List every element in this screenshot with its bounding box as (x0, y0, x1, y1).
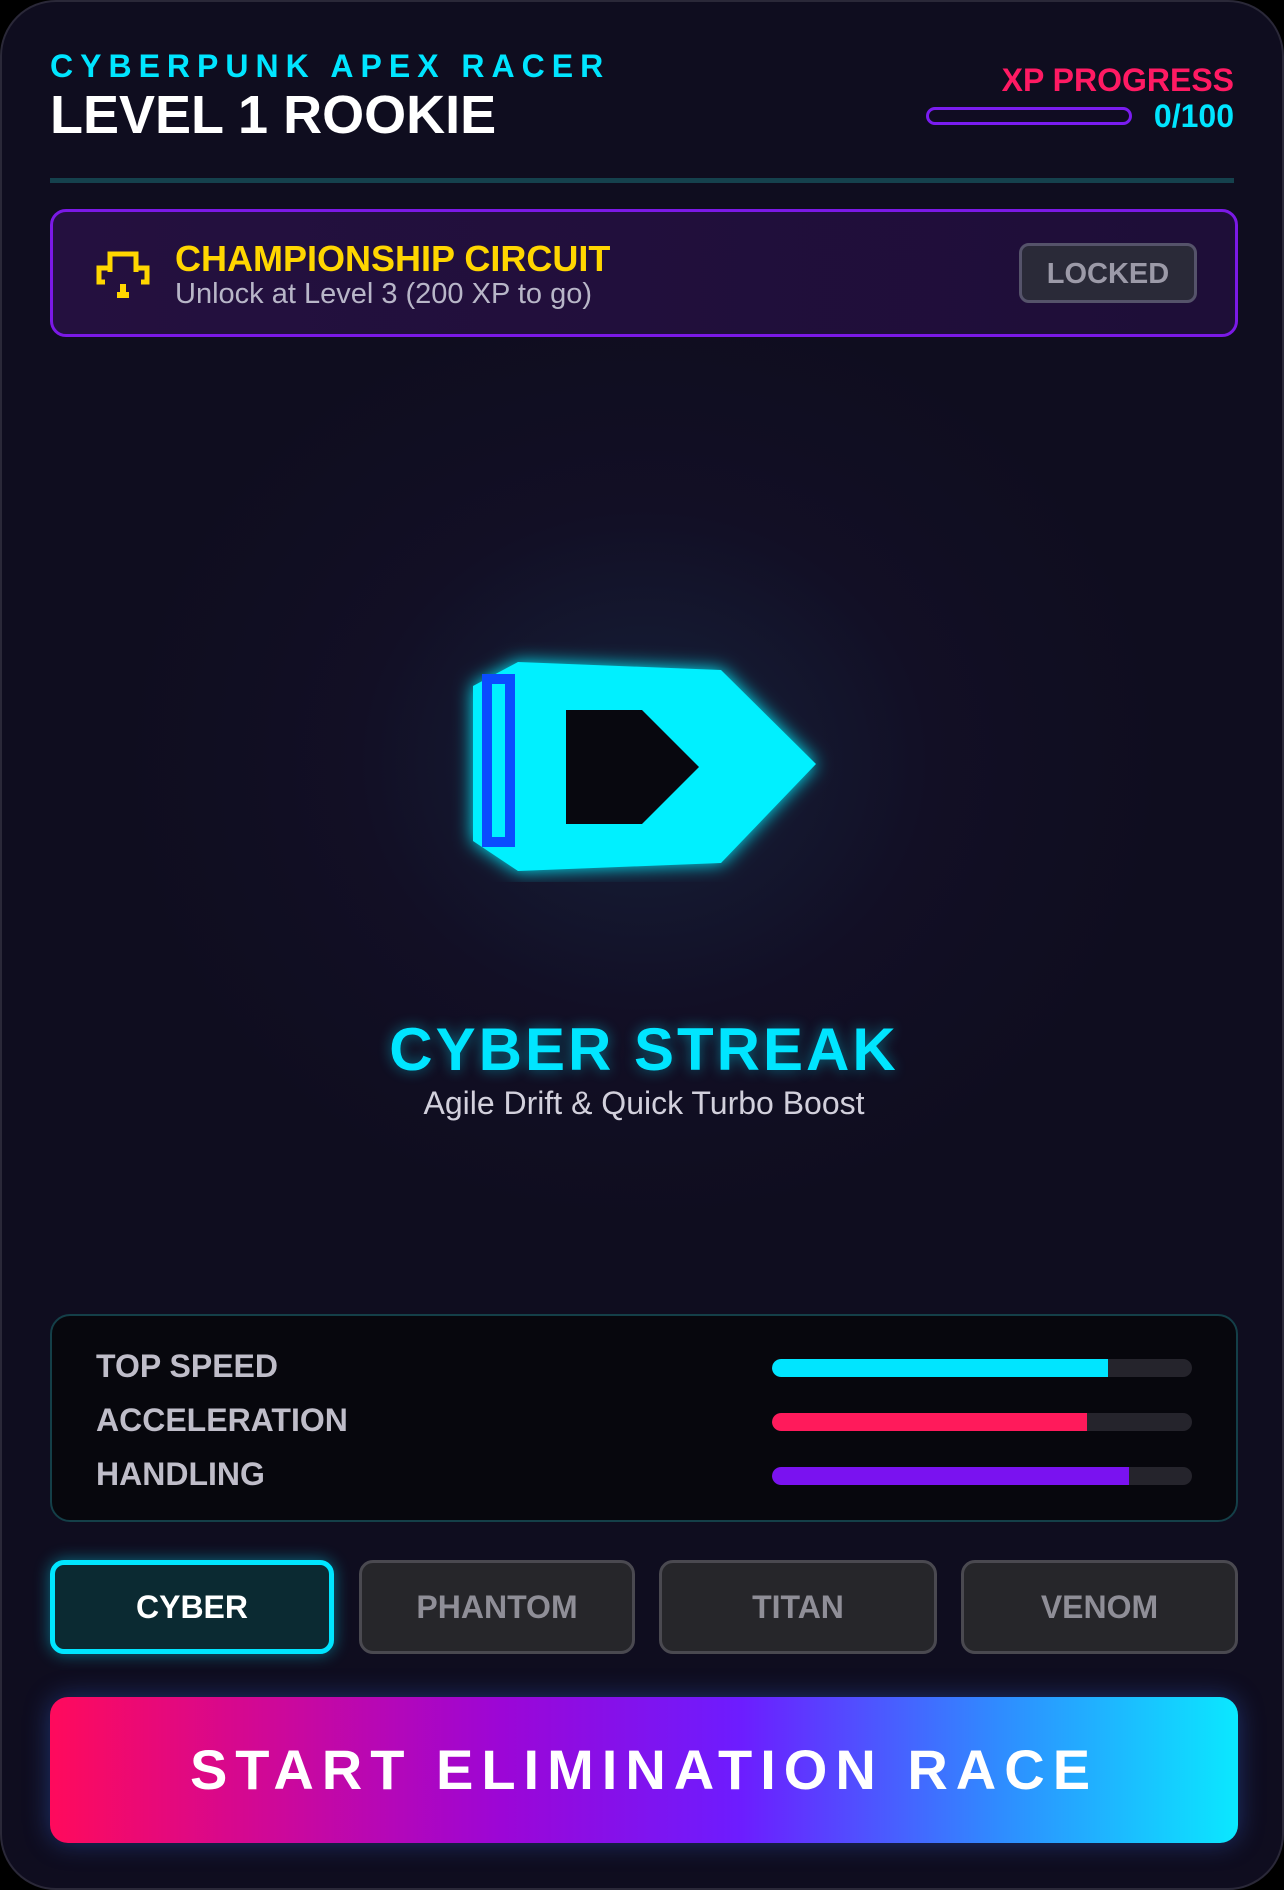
car-selector: CYBER PHANTOM TITAN VENOM (50, 1560, 1238, 1654)
car-tab-cyber[interactable]: CYBER (50, 1560, 334, 1654)
start-race-button[interactable]: START ELIMINATION RACE (50, 1697, 1238, 1843)
stat-row-handling: HANDLING (96, 1454, 1192, 1494)
stat-track (772, 1359, 1192, 1377)
car-description: Agile Drift & Quick Turbo Boost (423, 1085, 865, 1121)
stat-fill-acceleration (772, 1413, 1087, 1431)
race-car-icon (473, 662, 816, 871)
car-tab-phantom[interactable]: PHANTOM (359, 1560, 635, 1654)
xp-progress-value: 0/100 (1153, 98, 1234, 134)
game-title: CYBERPUNK APEX RACER (50, 48, 611, 84)
stat-fill-handling (772, 1467, 1129, 1485)
championship-title: CHAMPIONSHIP CIRCUIT (175, 238, 611, 279)
championship-unlock-hint: Unlock at Level 3 (200 XP to go) (175, 278, 592, 310)
trophy-icon (96, 251, 150, 298)
car-name: CYBER STREAK (389, 1016, 899, 1083)
car-tab-venom[interactable]: VENOM (961, 1560, 1238, 1654)
stat-label: TOP SPEED (96, 1348, 278, 1384)
stat-track (772, 1467, 1192, 1485)
stat-row-acceleration: ACCELERATION (96, 1400, 1192, 1440)
xp-progress-bar (926, 107, 1132, 125)
car-tab-titan[interactable]: TITAN (659, 1560, 937, 1654)
locked-badge: LOCKED (1019, 243, 1197, 303)
xp-progress-label: XP PROGRESS (1001, 62, 1234, 98)
game-screen: CYBERPUNK APEX RACER LEVEL 1 ROOKIE XP P… (0, 0, 1284, 1890)
level-title: LEVEL 1 ROOKIE (50, 85, 497, 145)
stat-fill-top-speed (772, 1359, 1108, 1377)
stat-label: ACCELERATION (96, 1402, 348, 1438)
car-stats-panel: TOP SPEED ACCELERATION HANDLING (50, 1314, 1238, 1522)
header: CYBERPUNK APEX RACER LEVEL 1 ROOKIE XP P… (50, 42, 1234, 183)
stat-label: HANDLING (96, 1456, 265, 1492)
championship-circuit-card: CHAMPIONSHIP CIRCUIT Unlock at Level 3 (… (50, 209, 1238, 337)
stat-row-top-speed: TOP SPEED (96, 1346, 1192, 1386)
stat-track (772, 1413, 1192, 1431)
